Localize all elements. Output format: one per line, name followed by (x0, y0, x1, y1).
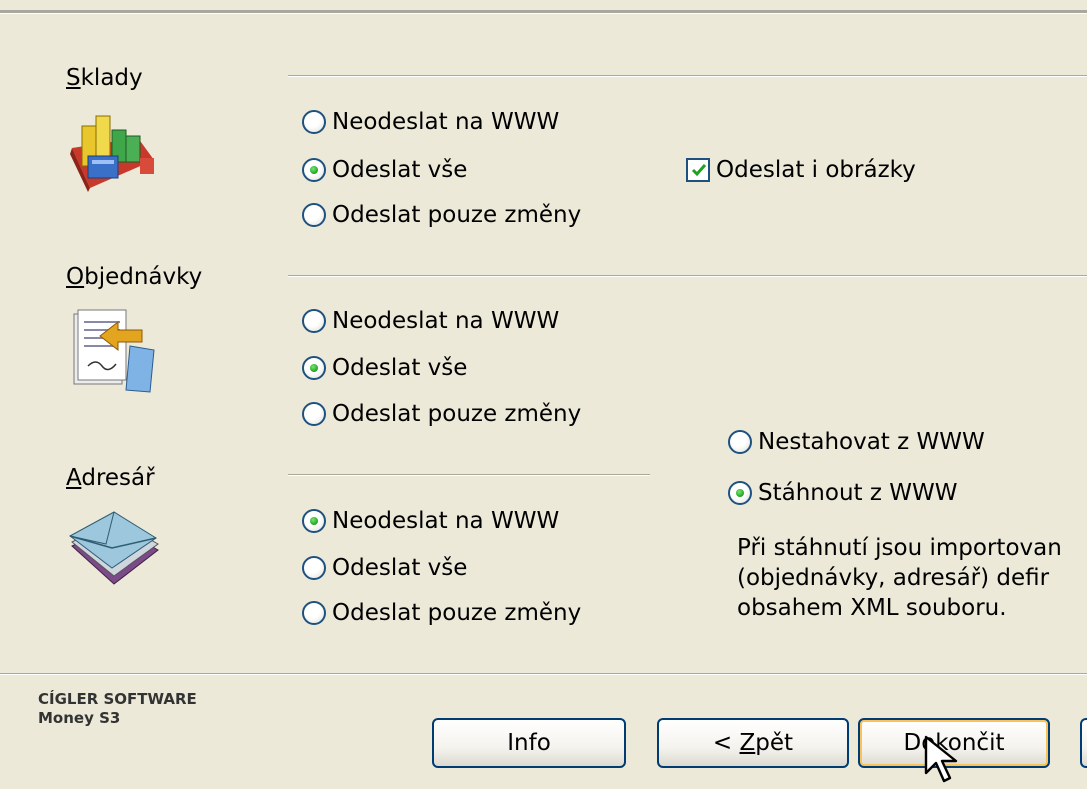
adresar-option-zmeny[interactable]: Odeslat pouze změny (302, 599, 581, 627)
checkmark-icon (691, 164, 707, 177)
objednavky-option-zmeny[interactable]: Odeslat pouze změny (302, 400, 581, 428)
objednavky-option-neodeslat[interactable]: Neodeslat na WWW (302, 307, 559, 335)
adresar-radio-neodeslat[interactable] (302, 509, 326, 533)
objednavky-radio-zmeny[interactable] (302, 402, 326, 426)
download-option-nestahovat[interactable]: Nestahovat z WWW (728, 428, 985, 456)
odeslat-obrazky-checkbox-row[interactable]: Odeslat i obrázky (686, 156, 916, 184)
info-button[interactable]: Info (432, 718, 626, 768)
download-radio-stahnout[interactable] (728, 481, 752, 505)
sklady-radio-odeslat-vse[interactable] (302, 158, 326, 182)
download-note-line-3: obsahem XML souboru. (737, 595, 1007, 621)
sklady-radio-neodeslat[interactable] (302, 110, 326, 134)
objednavky-option-odeslat-vse[interactable]: Odeslat vše (302, 354, 467, 382)
objednavky-radio-neodeslat[interactable] (302, 309, 326, 333)
back-button[interactable]: < Zpět (657, 718, 849, 768)
section-divider-sklady (288, 75, 1087, 77)
download-option-stahnout[interactable]: Stáhnout z WWW (728, 479, 957, 507)
address-book-envelope-icon (69, 511, 159, 585)
section-divider-adresar (288, 474, 650, 476)
adresar-radio-zmeny[interactable] (302, 601, 326, 625)
section-label-adresar: Adresář (66, 465, 155, 491)
sklady-option-zmeny[interactable]: Odeslat pouze změny (302, 201, 581, 229)
section-label-sklady: Sklady (66, 65, 143, 91)
footer-divider (0, 673, 1087, 675)
top-divider (0, 10, 1087, 14)
next-button-partial[interactable] (1080, 718, 1087, 768)
section-divider-objednavky (288, 275, 1087, 277)
sklady-option-neodeslat[interactable]: Neodeslat na WWW (302, 108, 559, 136)
sklady-radio-zmeny[interactable] (302, 203, 326, 227)
orders-icon (73, 309, 155, 393)
objednavky-radio-odeslat-vse[interactable] (302, 356, 326, 380)
download-radio-nestahovat[interactable] (728, 430, 752, 454)
company-name: CÍGLER SOFTWARE (38, 690, 197, 708)
warehouse-icon (70, 115, 154, 192)
odeslat-obrazky-checkbox[interactable] (686, 158, 710, 182)
adresar-option-odeslat-vse[interactable]: Odeslat vše (302, 554, 467, 582)
section-label-objednavky: Objednávky (66, 264, 203, 290)
adresar-radio-odeslat-vse[interactable] (302, 556, 326, 580)
download-note-line-2: (objednávky, adresář) defir (737, 565, 1050, 591)
download-note-line-1: Při stáhnutí jsou importovan (737, 535, 1062, 561)
product-name: Money S3 (38, 709, 121, 727)
mouse-pointer-icon (924, 735, 958, 783)
adresar-option-neodeslat[interactable]: Neodeslat na WWW (302, 507, 559, 535)
sklady-option-odeslat-vse[interactable]: Odeslat vše (302, 156, 467, 184)
